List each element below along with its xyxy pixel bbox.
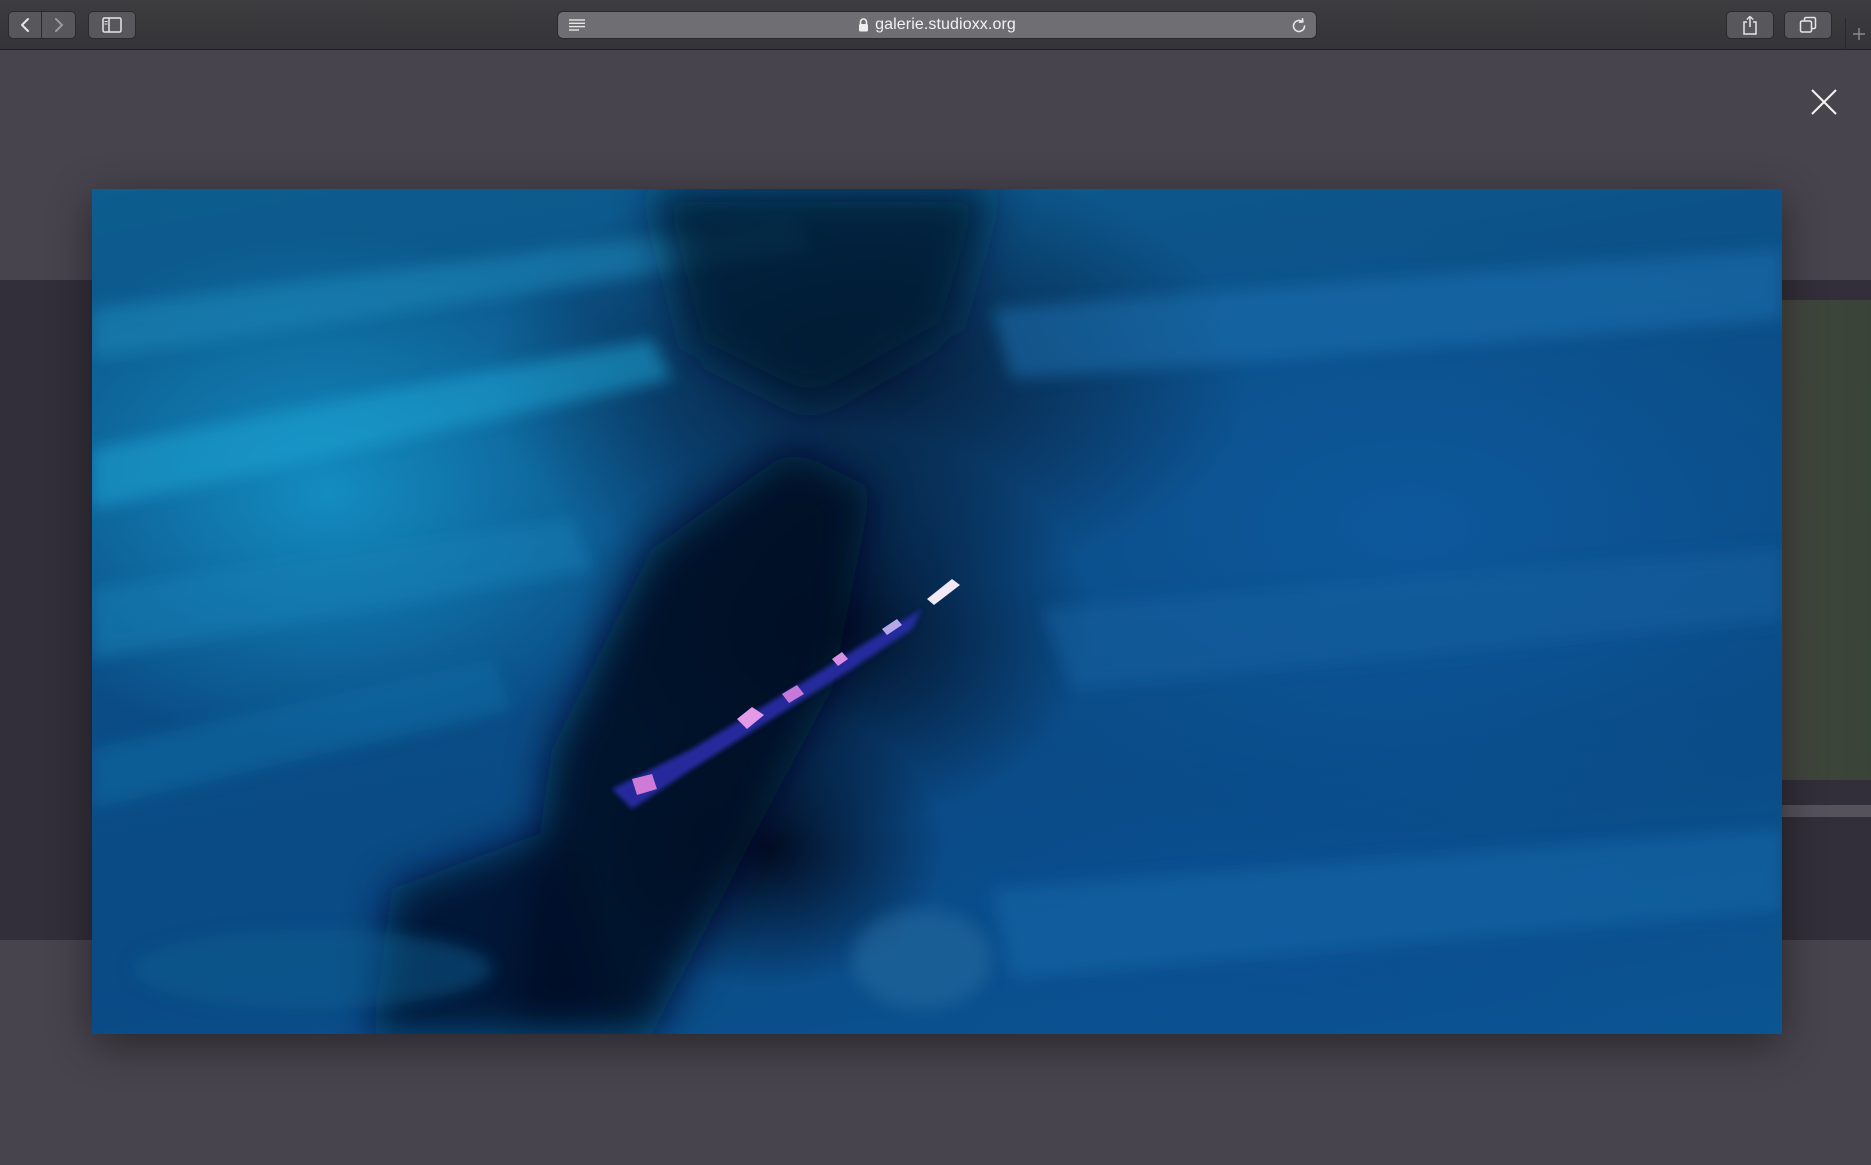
close-lightbox-button[interactable] [1808, 86, 1840, 118]
url-text: galerie.studioxx.org [875, 16, 1016, 33]
share-icon [1743, 15, 1757, 35]
chevron-right-icon [54, 18, 63, 32]
forward-button[interactable] [42, 11, 76, 39]
tab-overview-button[interactable] [1784, 11, 1832, 39]
address-bar[interactable]: galerie.studioxx.org [557, 11, 1317, 39]
next-slide-caption-strip [1782, 805, 1871, 817]
gallery-lightbox [0, 50, 1871, 1165]
browser-toolbar: galerie.studioxx.org [0, 0, 1871, 50]
plus-icon [1852, 28, 1865, 40]
share-button[interactable] [1726, 11, 1774, 39]
gallery-photo[interactable] [92, 189, 1782, 1034]
reload-icon[interactable] [1290, 17, 1308, 35]
url-display: galerie.studioxx.org [558, 12, 1316, 38]
previous-slide-backdrop[interactable] [0, 280, 92, 940]
next-slide-thumbnail[interactable] [1782, 300, 1871, 780]
sidebar-icon [102, 17, 122, 33]
new-tab-button[interactable] [1845, 18, 1871, 50]
sidebar-toggle-button[interactable] [88, 11, 136, 39]
back-button[interactable] [8, 11, 42, 39]
close-x-icon [1811, 89, 1837, 115]
tabs-overview-icon [1799, 16, 1817, 33]
photo-artwork [92, 189, 1782, 1034]
lock-icon [859, 18, 869, 32]
chevron-left-icon [21, 18, 29, 32]
